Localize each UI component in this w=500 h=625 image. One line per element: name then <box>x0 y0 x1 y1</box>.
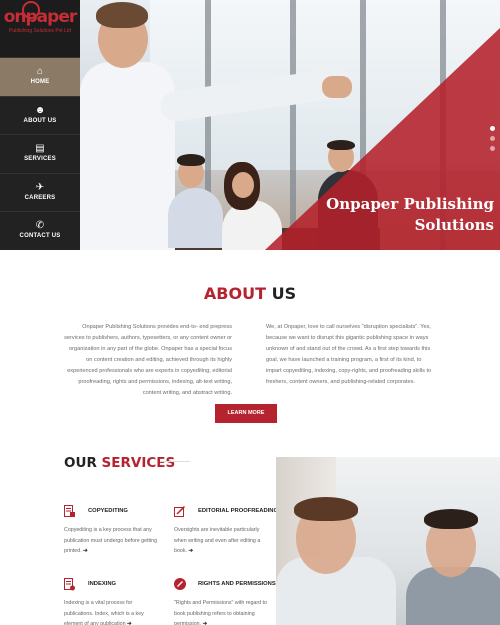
about-title-accent: ABOUT <box>203 284 266 303</box>
service-description: Oversights are inevitable particularly w… <box>174 525 268 557</box>
home-icon: ⌂ <box>36 66 44 77</box>
sidebar-item-about-us[interactable]: ☻ ABOUT US <box>0 95 80 135</box>
sidebar-item-label: CONTACT US <box>19 233 61 240</box>
services-photo <box>276 457 500 625</box>
sidebar-item-label: ABOUT US <box>23 117 57 124</box>
arrow-right-icon[interactable]: ➔ <box>188 548 192 554</box>
logo-mark: onpaper <box>3 1 78 27</box>
service-description: Copyediting is a key process that any pu… <box>64 525 158 557</box>
logo-subtitle: Publishing Solutions Pvt Ltd <box>9 28 71 34</box>
service-title[interactable]: RIGHTS AND PERMISSIONS <box>198 581 276 587</box>
arrow-right-icon[interactable]: ➔ <box>203 621 207 625</box>
learn-more-button[interactable]: LEARN MORE <box>215 404 277 423</box>
sidebar-item-contact-us[interactable]: ✆ CONTACT US <box>0 211 80 250</box>
services-title-dark: OUR <box>64 455 97 471</box>
sidebar-item-careers[interactable]: ✈ CAREERS <box>0 172 80 212</box>
phone-icon: ✆ <box>35 220 45 232</box>
slider-dot[interactable] <box>490 136 495 141</box>
slider-pagination <box>490 126 496 156</box>
service-description-text: Copyediting is a key process that any pu… <box>64 527 158 554</box>
hero-title: Onpaper Publishing Solutions <box>326 195 494 234</box>
index-document-icon <box>64 578 75 591</box>
service-title[interactable]: INDEXING <box>88 581 116 587</box>
document-icon: ▤ <box>35 143 45 155</box>
slider-dot[interactable] <box>490 126 495 131</box>
sidebar-item-label: HOME <box>30 79 50 85</box>
about-right-text: We, at Onpaper, love to call ourselves "… <box>266 324 432 385</box>
service-description: Indexing is a vital process for publicat… <box>64 598 158 625</box>
brand-logo[interactable]: onpaper Publishing Solutions Pvt Ltd <box>0 0 80 57</box>
arrow-right-icon[interactable]: ➔ <box>83 548 87 554</box>
logo-text: onpaper <box>3 7 78 27</box>
about-left-text: Onpaper Publishing Solutions provides en… <box>64 324 232 396</box>
arrow-right-icon[interactable]: ➔ <box>127 621 131 625</box>
sidebar-item-services[interactable]: ▤ SERVICES <box>0 134 80 173</box>
pen-circle-icon <box>174 578 186 590</box>
sidebar-item-label: SERVICES <box>24 156 56 163</box>
running-icon: ✈ <box>35 181 45 193</box>
document-pen-icon <box>64 505 75 517</box>
logo-circle-icon <box>21 1 40 19</box>
about-title: ABOUT US <box>0 284 500 303</box>
sidebar-nav: onpaper Publishing Solutions Pvt Ltd ⌂ H… <box>0 0 80 250</box>
service-title[interactable]: EDITORIAL PROOFREADING <box>198 508 278 514</box>
sidebar-item-label: CAREERS <box>24 194 56 201</box>
service-title[interactable]: COPYEDITING <box>88 508 128 514</box>
service-description-text: Oversights are inevitable particularly w… <box>174 527 261 554</box>
slider-dot[interactable] <box>490 146 495 151</box>
edit-icon <box>174 505 185 517</box>
service-description-text: Indexing is a vital process for publicat… <box>64 600 144 625</box>
service-description-text: "Rights and Permissions" with regard to … <box>174 600 267 625</box>
services-title-accent: SERVICES <box>96 455 176 471</box>
services-title: OUR SERVICES <box>64 455 175 471</box>
users-icon: ☻ <box>34 104 46 116</box>
about-title-rest: US <box>266 284 297 303</box>
service-description: "Rights and Permissions" with regard to … <box>174 598 268 625</box>
sidebar-item-home[interactable]: ⌂ HOME <box>0 57 80 96</box>
services-title-divider <box>160 461 190 462</box>
